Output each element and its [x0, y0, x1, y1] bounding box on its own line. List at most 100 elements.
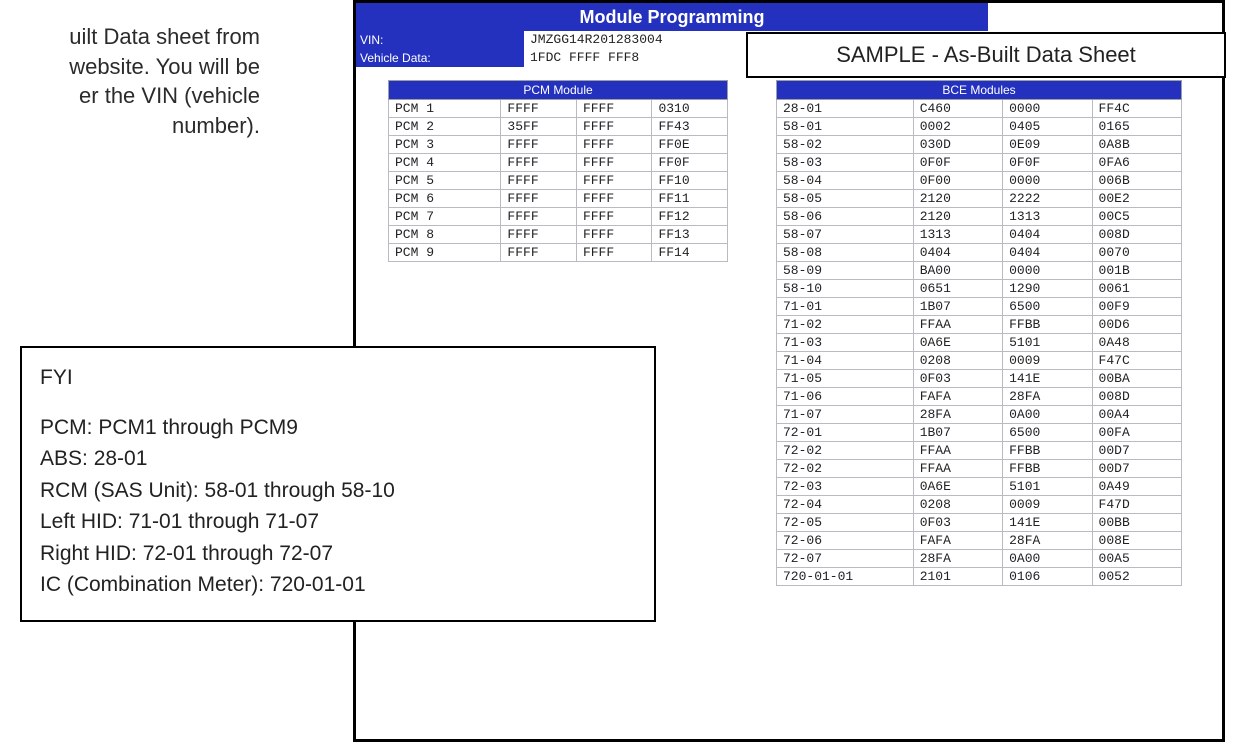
row-value: 0052 — [1092, 568, 1181, 586]
row-value: F47C — [1092, 352, 1181, 370]
sample-label-callout: SAMPLE - As-Built Data Sheet — [746, 32, 1226, 78]
row-value: 00BA — [1092, 370, 1181, 388]
row-value: 28FA — [913, 406, 1002, 424]
row-value: 00A5 — [1092, 550, 1181, 568]
row-value: 1B07 — [913, 298, 1002, 316]
table-row: 72-030A6E51010A49 — [777, 478, 1182, 496]
row-id: 71-01 — [777, 298, 914, 316]
row-value: FFFF — [576, 136, 652, 154]
row-value: 0F03 — [913, 370, 1002, 388]
row-value: 0404 — [1003, 244, 1092, 262]
row-value: 0009 — [1003, 496, 1092, 514]
row-value: 00F9 — [1092, 298, 1181, 316]
row-value: 0405 — [1003, 118, 1092, 136]
table-row: 58-052120222200E2 — [777, 190, 1182, 208]
row-id: 58-02 — [777, 136, 914, 154]
row-value: FFFF — [576, 118, 652, 136]
row-value: FF43 — [652, 118, 728, 136]
table-row: PCM 4FFFFFFFFFF0F — [389, 154, 728, 172]
row-value: 00D7 — [1092, 460, 1181, 478]
row-id: 71-06 — [777, 388, 914, 406]
row-value: 0A00 — [1003, 406, 1092, 424]
table-row: 71-011B07650000F9 — [777, 298, 1182, 316]
pcm-module-table: PCM Module PCM 1FFFFFFFF0310PCM 235FFFFF… — [388, 80, 728, 262]
row-id: 720-01-01 — [777, 568, 914, 586]
row-value: 0F0F — [1003, 154, 1092, 172]
row-value: FFBB — [1003, 442, 1092, 460]
table-row: 71-0402080009F47C — [777, 352, 1182, 370]
vin-label: VIN: — [356, 31, 524, 49]
row-value: FF4C — [1092, 100, 1181, 118]
table-row: PCM 8FFFFFFFFFF13 — [389, 226, 728, 244]
row-value: 0F0F — [913, 154, 1002, 172]
row-value: FFAA — [913, 460, 1002, 478]
row-id: 72-02 — [777, 442, 914, 460]
row-id: PCM 7 — [389, 208, 501, 226]
row-id: 72-07 — [777, 550, 914, 568]
row-value: FF10 — [652, 172, 728, 190]
row-value: FFBB — [1003, 316, 1092, 334]
row-id: 58-04 — [777, 172, 914, 190]
row-id: 72-01 — [777, 424, 914, 442]
row-value: 001B — [1092, 262, 1181, 280]
row-value: 0651 — [913, 280, 1002, 298]
row-value: 008D — [1092, 226, 1181, 244]
pcm-table-header: PCM Module — [389, 81, 728, 100]
row-value: FFAA — [913, 442, 1002, 460]
row-value: 0106 — [1003, 568, 1092, 586]
row-value: 28FA — [1003, 388, 1092, 406]
row-value: FF12 — [652, 208, 728, 226]
table-row: 58-062120131300C5 — [777, 208, 1182, 226]
row-id: PCM 3 — [389, 136, 501, 154]
table-row: 720-01-01210101060052 — [777, 568, 1182, 586]
row-id: 71-05 — [777, 370, 914, 388]
row-value: 6500 — [1003, 298, 1092, 316]
row-value: 0A48 — [1092, 334, 1181, 352]
table-row: 71-02FFAAFFBB00D6 — [777, 316, 1182, 334]
table-row: 71-0728FA0A0000A4 — [777, 406, 1182, 424]
row-value: 0000 — [1003, 100, 1092, 118]
row-id: 58-10 — [777, 280, 914, 298]
row-value: FFBB — [1003, 460, 1092, 478]
table-row: PCM 1FFFFFFFF0310 — [389, 100, 728, 118]
row-value: 141E — [1003, 370, 1092, 388]
table-row: 71-06FAFA28FA008D — [777, 388, 1182, 406]
row-value: 0FA6 — [1092, 154, 1181, 172]
row-value: FFFF — [501, 100, 577, 118]
row-value: 00E2 — [1092, 190, 1181, 208]
table-row: 72-011B07650000FA — [777, 424, 1182, 442]
row-id: 72-06 — [777, 532, 914, 550]
row-id: PCM 5 — [389, 172, 501, 190]
row-value: 0208 — [913, 352, 1002, 370]
row-value: 0070 — [1092, 244, 1181, 262]
table-row: PCM 7FFFFFFFFFF12 — [389, 208, 728, 226]
bce-modules-table: BCE Modules 28-01C4600000FF4C58-01000204… — [776, 80, 1182, 586]
row-value: FF11 — [652, 190, 728, 208]
row-id: 58-07 — [777, 226, 914, 244]
row-value: FF0F — [652, 154, 728, 172]
row-value: FFFF — [501, 244, 577, 262]
fyi-line: IC (Combination Meter): 720-01-01 — [40, 569, 636, 601]
row-value: 0208 — [913, 496, 1002, 514]
row-value: 0A49 — [1092, 478, 1181, 496]
row-id: 71-04 — [777, 352, 914, 370]
row-value: 0002 — [913, 118, 1002, 136]
row-value: 0404 — [1003, 226, 1092, 244]
table-row: PCM 235FFFFFFFF43 — [389, 118, 728, 136]
row-id: PCM 6 — [389, 190, 501, 208]
bce-table-header: BCE Modules — [777, 81, 1182, 100]
table-row: 72-0402080009F47D — [777, 496, 1182, 514]
fyi-line: ABS: 28-01 — [40, 443, 636, 475]
row-value: 2101 — [913, 568, 1002, 586]
table-row: 58-01000204050165 — [777, 118, 1182, 136]
table-row: 72-06FAFA28FA008E — [777, 532, 1182, 550]
row-value: FF14 — [652, 244, 728, 262]
row-value: 0310 — [652, 100, 728, 118]
row-id: 58-03 — [777, 154, 914, 172]
row-value: 00D7 — [1092, 442, 1181, 460]
row-value: FFFF — [501, 208, 577, 226]
table-row: 71-050F03141E00BA — [777, 370, 1182, 388]
table-row: 58-0713130404008D — [777, 226, 1182, 244]
intro-line-4: number). — [172, 113, 260, 138]
row-value: 1290 — [1003, 280, 1092, 298]
